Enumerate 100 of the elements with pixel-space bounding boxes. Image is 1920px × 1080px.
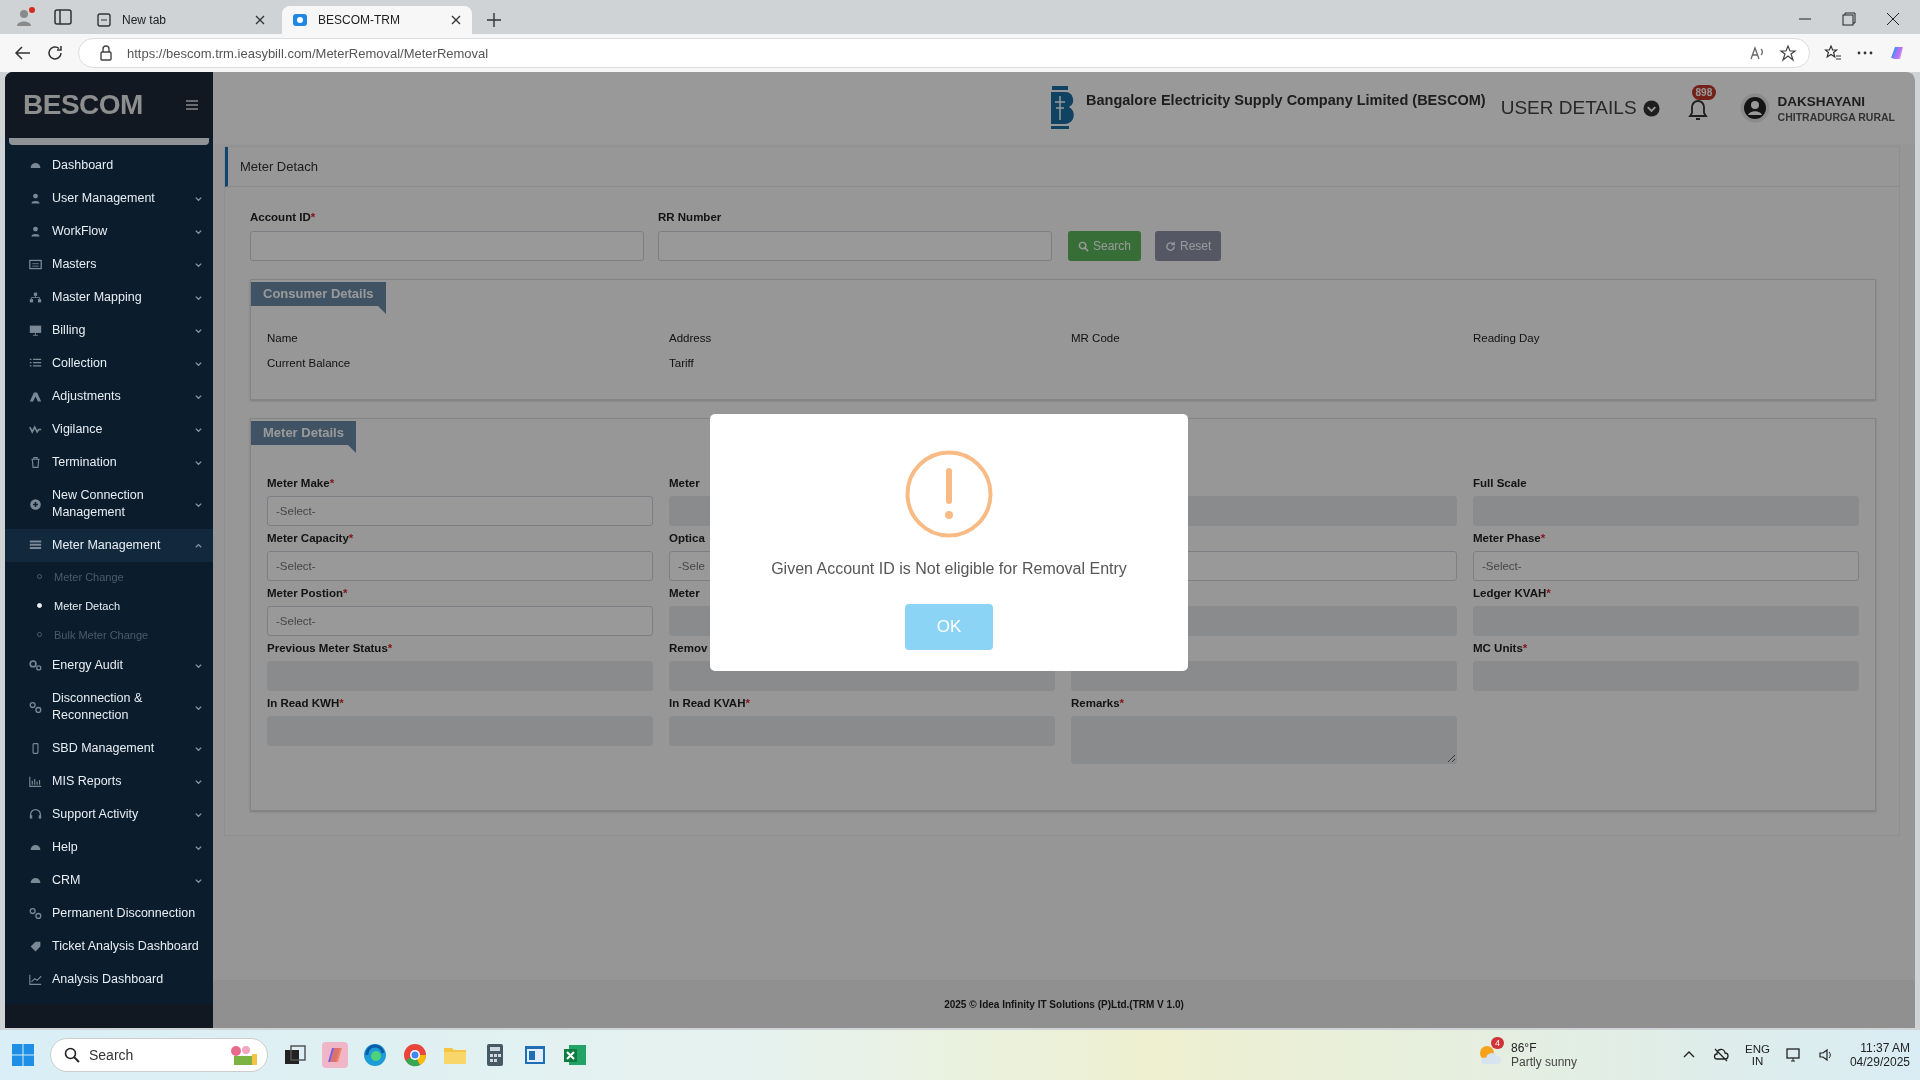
field-label: Tariff	[669, 357, 695, 371]
field-label: Full Scale	[1473, 477, 1528, 491]
monitor-icon[interactable]	[1785, 1047, 1802, 1063]
browser-icon[interactable]	[362, 1042, 388, 1068]
input-field[interactable]	[658, 231, 1052, 261]
sidebar-item[interactable]: Ticket Analysis Dashboard	[5, 930, 213, 963]
submenu-item[interactable]: Meter Detach	[5, 591, 213, 620]
taskbar-search-field[interactable]: Search	[50, 1038, 268, 1072]
speaker-icon[interactable]	[1817, 1047, 1834, 1063]
chevron-down-icon	[194, 661, 203, 670]
bar-chart-icon	[29, 775, 42, 788]
browser-icon[interactable]	[402, 1042, 428, 1068]
clock-time[interactable]: 11:37 AM	[1860, 1041, 1910, 1055]
back-icon[interactable]	[14, 44, 32, 62]
profile-icon[interactable]	[14, 6, 36, 28]
sidebar-item[interactable]: Meter Management	[5, 529, 213, 562]
brand-logo: BESCOM	[23, 89, 143, 121]
close-icon[interactable]	[1886, 12, 1900, 26]
section-title: Consumer Details	[251, 282, 386, 306]
sidebar-item[interactable]: Dashboard	[5, 149, 213, 182]
user-details-menu[interactable]: USER DETAILS	[1500, 97, 1660, 119]
chevron-down-icon	[194, 425, 203, 434]
corner-notch	[377, 306, 386, 314]
sidebar-item[interactable]: Adjustments	[5, 380, 213, 413]
copilot-icon[interactable]	[1888, 44, 1906, 62]
close-icon[interactable]	[254, 14, 266, 26]
clock-date[interactable]: 04/29/2025	[1849, 1055, 1910, 1069]
cloud-off-icon[interactable]	[1713, 1047, 1729, 1063]
reload-icon[interactable]	[46, 44, 64, 62]
sidebar-item[interactable]: MIS Reports	[5, 765, 213, 798]
reload-icon	[1165, 240, 1177, 252]
sidebar-item[interactable]: Vigilance	[5, 413, 213, 446]
avatar-icon[interactable]	[1739, 93, 1770, 123]
spreadsheet-icon[interactable]	[562, 1042, 588, 1068]
link-icon	[29, 700, 42, 714]
sidebar-item[interactable]: Help	[5, 831, 213, 864]
region-indicator[interactable]: IN	[1751, 1055, 1764, 1067]
sidebar-scrollbar[interactable]	[9, 138, 209, 145]
sidebar-item[interactable]: Support Activity	[5, 798, 213, 831]
person-icon	[29, 192, 42, 205]
chevron-down-icon	[194, 359, 203, 368]
select-field[interactable]: -Select-	[267, 551, 653, 581]
sidebar-item[interactable]: Energy Audit	[5, 649, 213, 682]
gears-icon	[29, 659, 42, 672]
sidebar-item[interactable]: WorkFlow	[5, 215, 213, 248]
chevron-down-icon	[194, 227, 203, 236]
tab-actions-icon[interactable]	[52, 6, 74, 28]
chevron-down-icon	[194, 843, 203, 852]
list-icon	[29, 357, 42, 370]
sidebar-item[interactable]: Master Mapping	[5, 281, 213, 314]
select-field[interactable]: -Select-	[267, 606, 653, 636]
chevron-down-icon	[1642, 99, 1660, 117]
field-label: Meter Capacity*	[267, 532, 355, 546]
select-field[interactable]: -Select-	[1473, 551, 1859, 581]
sidebar-item[interactable]: Masters	[5, 248, 213, 281]
company-name: Bangalore Electricity Supply Company Limited (BESCOM)	[1086, 92, 1486, 108]
sidebar-item[interactable]: New Connection Management	[5, 479, 213, 529]
copilot-icon[interactable]	[322, 1042, 348, 1068]
field-label: Remov	[669, 642, 709, 656]
language-indicator[interactable]: ENG	[1745, 1043, 1770, 1055]
chevron-down-icon	[194, 326, 203, 335]
headset-icon	[29, 808, 42, 821]
sidebar-item[interactable]: Collection	[5, 347, 213, 380]
address-bar[interactable]: https://bescom.trm.ieasybill.com/MeterRemoval/MeterRemoval	[78, 38, 1810, 68]
sidebar-item[interactable]: Disconnection & Reconnection	[5, 682, 213, 732]
select-field[interactable]: -Select-	[267, 496, 653, 526]
windows-logo-icon[interactable]	[10, 1042, 36, 1068]
sidebar-item[interactable]: Billing	[5, 314, 213, 347]
close-icon[interactable]	[450, 14, 462, 26]
menu-icon[interactable]	[185, 99, 199, 111]
chevron-down-icon	[194, 810, 203, 819]
card-icon	[29, 258, 42, 271]
trash-icon	[29, 456, 42, 469]
browser-tab[interactable]: BESCOM-TRM	[282, 6, 472, 34]
input-field[interactable]	[250, 231, 644, 261]
chevron-up-icon	[194, 541, 203, 550]
remarks-field[interactable]	[1071, 716, 1457, 764]
sidebar-item[interactable]: CRM	[5, 864, 213, 897]
sidebar-item[interactable]: Analysis Dashboard	[5, 963, 213, 996]
flowers-icon	[228, 1044, 258, 1066]
field-label: Current Balance	[267, 357, 352, 371]
link-icon	[29, 907, 42, 920]
browser-tab[interactable]: New tab	[86, 6, 276, 34]
sidebar-item[interactable]: SBD Management	[5, 732, 213, 765]
field-label: Ledger KVAH*	[1473, 587, 1552, 601]
new-tab-icon[interactable]	[486, 12, 502, 28]
person-icon	[29, 225, 42, 238]
input-field[interactable]	[1071, 661, 1457, 691]
temperature: 86°F	[1511, 1041, 1538, 1055]
zigzag-icon	[29, 423, 42, 436]
tag-icon	[29, 940, 42, 953]
sidebar-item[interactable]: Termination	[5, 446, 213, 479]
search-icon	[64, 1047, 80, 1063]
star-icon[interactable]	[1779, 44, 1797, 62]
field-label: MC Units*	[1473, 642, 1529, 656]
sidebar-item[interactable]: User Management	[5, 182, 213, 215]
restore-icon[interactable]	[1842, 12, 1856, 26]
favorites-icon[interactable]	[1824, 44, 1842, 62]
page-icon	[96, 12, 112, 28]
sidebar-item[interactable]: Permanent Disconnection	[5, 897, 213, 930]
